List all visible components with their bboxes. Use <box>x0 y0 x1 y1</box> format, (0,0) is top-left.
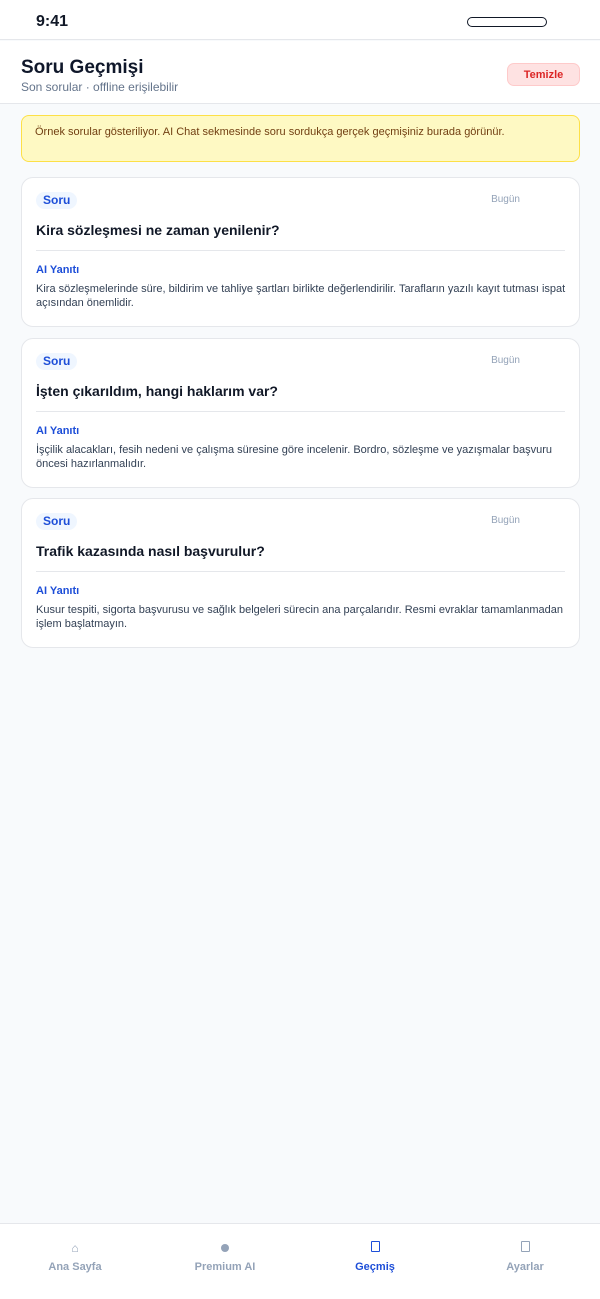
answer-label: AI Yanıtı <box>36 425 80 437</box>
question-date: Bugün <box>491 194 520 205</box>
question-badge: Soru <box>36 513 78 530</box>
history-card[interactable]: Soru Bugün İşten çıkarıldım, hangi hakla… <box>21 338 580 488</box>
nav-item-history[interactable]: Geçmiş <box>300 1224 450 1299</box>
nav-label: Ana Sayfa <box>48 1261 102 1273</box>
question-date: Bugün <box>491 355 520 366</box>
answer-text: Kira sözleşmelerinde süre, bildirim ve t… <box>36 283 566 309</box>
question-badge: Soru <box>36 353 78 370</box>
nav-item-home[interactable]: ⌂ Ana Sayfa <box>0 1224 150 1299</box>
status-time: 9:41 <box>36 13 69 30</box>
clear-history-button[interactable]: Temizle <box>507 63 580 86</box>
nav-label: Ayarlar <box>506 1261 544 1273</box>
dot-icon <box>150 1241 300 1255</box>
battery-icon <box>467 17 547 27</box>
home-icon: ⌂ <box>71 1241 79 1255</box>
question-date: Bugün <box>491 515 520 526</box>
nav-label: Premium AI <box>194 1261 256 1273</box>
page-title: Soru Geçmişi <box>21 57 144 78</box>
answer-text: İşçilik alacakları, fesih nedeni ve çalı… <box>36 444 553 470</box>
question-text: Trafik kazasında nasıl başvurulur? <box>36 543 265 559</box>
answer-label: AI Yanıtı <box>36 585 80 597</box>
card-divider <box>36 411 565 412</box>
answer-label: AI Yanıtı <box>36 264 80 276</box>
question-text: İşten çıkarıldım, hangi haklarım var? <box>36 383 278 399</box>
history-card[interactable]: Soru Bugün Trafik kazasında nasıl başvur… <box>21 498 580 648</box>
page-header: Soru Geçmişi Son sorular · offline erişi… <box>0 41 600 104</box>
settings-icon <box>450 1241 600 1255</box>
history-card[interactable]: Soru Bugün Kira sözleşmesi ne zaman yeni… <box>21 177 580 327</box>
sample-notice: Örnek sorular gösteriliyor. AI Chat sekm… <box>21 115 580 162</box>
nav-item-premium-ai[interactable]: Premium AI <box>150 1224 300 1299</box>
bottom-nav: ⌂ Ana Sayfa Premium AI Geçmiş Ayarlar <box>0 1223 600 1299</box>
question-badge: Soru <box>36 192 78 209</box>
page-subtitle: Son sorular · offline erişilebilir <box>21 80 179 94</box>
nav-label: Geçmiş <box>355 1261 395 1273</box>
status-bar: 9:41 <box>0 0 600 40</box>
question-text: Kira sözleşmesi ne zaman yenilenir? <box>36 222 280 238</box>
history-icon <box>300 1241 450 1255</box>
card-divider <box>36 250 565 251</box>
answer-text: Kusur tespiti, sigorta başvurusu ve sağl… <box>36 604 564 630</box>
nav-item-settings[interactable]: Ayarlar <box>450 1224 600 1299</box>
card-divider <box>36 571 565 572</box>
